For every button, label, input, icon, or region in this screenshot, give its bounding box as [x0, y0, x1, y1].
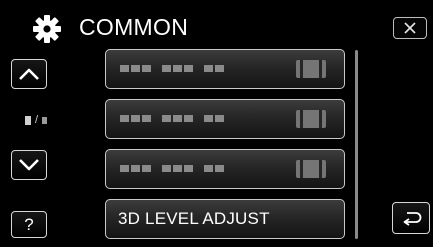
page-title: COMMON: [79, 14, 189, 40]
help-label: ?: [24, 214, 34, 234]
menu-item-label: 3D LEVEL ADJUST: [118, 209, 270, 228]
scroll-down-button[interactable]: [11, 150, 47, 180]
setting-value-placeholder: [296, 110, 326, 128]
close-icon: [404, 22, 416, 34]
back-button[interactable]: [392, 202, 430, 234]
close-button[interactable]: [393, 17, 427, 39]
menu-item-3d-level-adjust[interactable]: 3D LEVEL ADJUST: [105, 199, 345, 239]
menu-item-2[interactable]: [105, 99, 345, 139]
help-button[interactable]: ?: [11, 211, 47, 238]
chevron-down-icon: [19, 159, 39, 171]
placeholder-text-blocks: [120, 165, 224, 172]
setting-value-placeholder: [296, 60, 326, 78]
menu-item-3[interactable]: [105, 149, 345, 189]
gear-icon: [32, 14, 62, 44]
header-bar: COMMON: [0, 0, 433, 50]
scroll-up-button[interactable]: [11, 59, 47, 89]
setting-value-placeholder: [296, 160, 326, 178]
return-icon: [403, 212, 422, 226]
page-indicator-icon: /: [25, 115, 48, 126]
scrollbar[interactable]: [355, 50, 358, 239]
placeholder-text-blocks: [120, 65, 224, 72]
chevron-up-icon: [19, 68, 39, 80]
placeholder-text-blocks: [120, 115, 224, 122]
menu-item-1[interactable]: [105, 49, 345, 89]
